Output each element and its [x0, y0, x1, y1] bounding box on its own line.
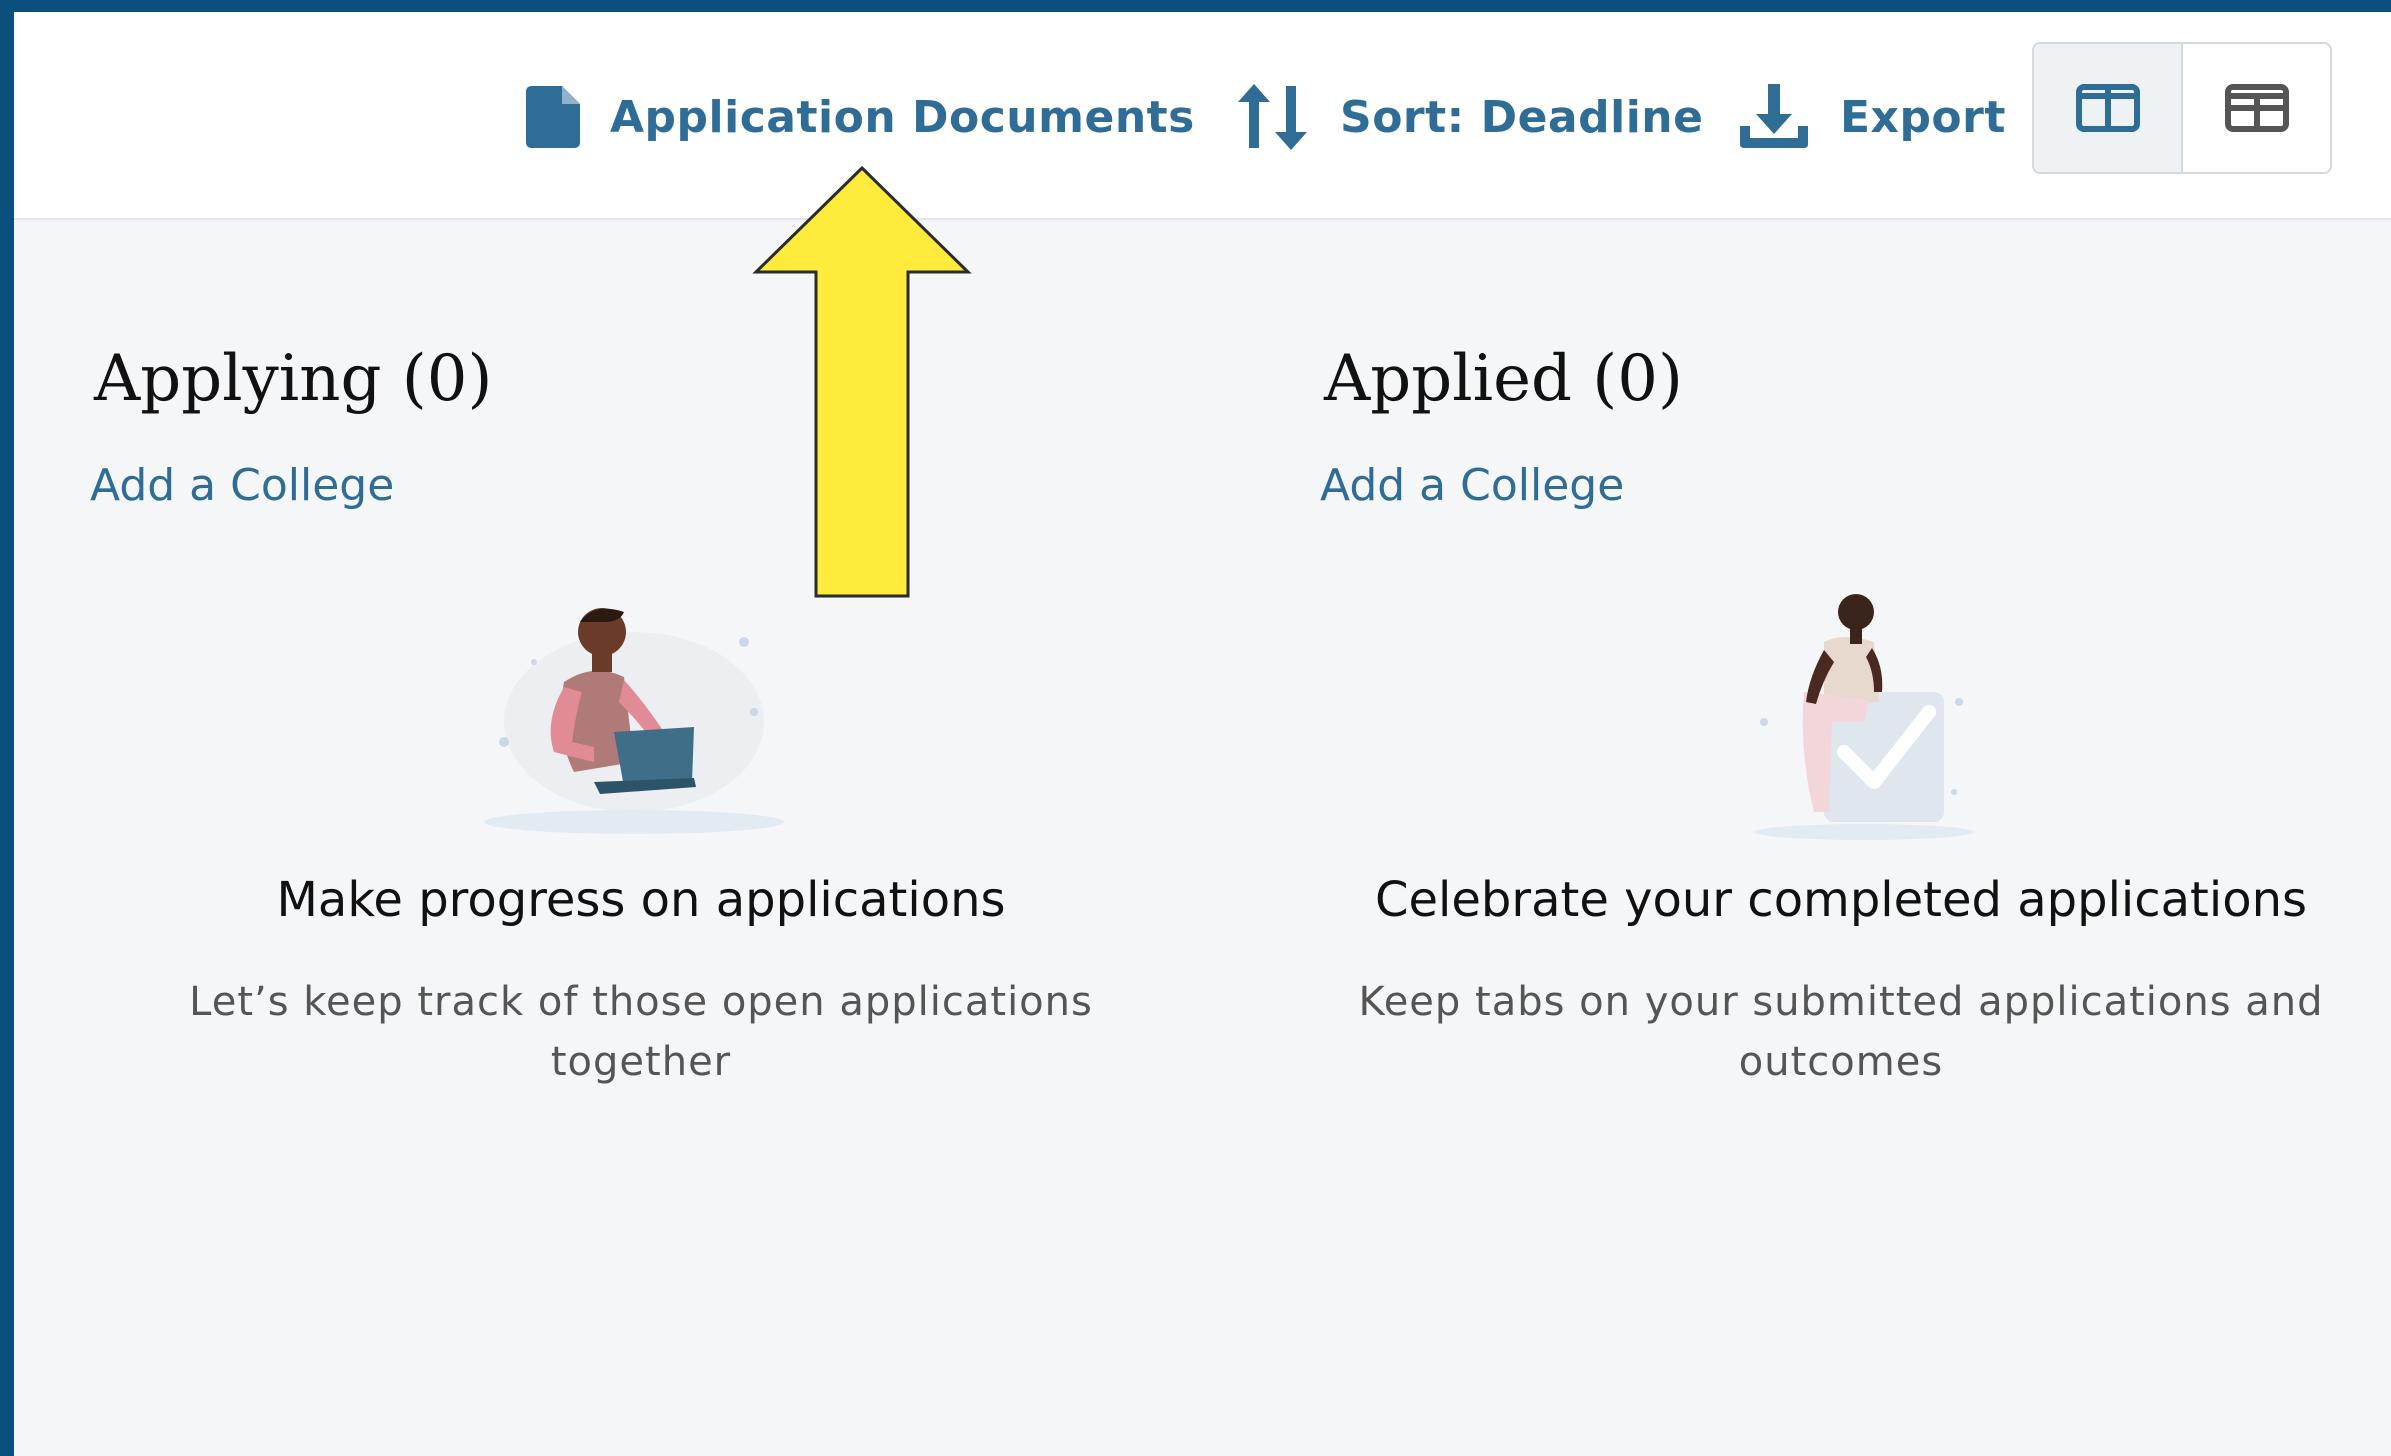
applying-empty-description: Let’s keep track of those open applicati…	[189, 979, 1093, 1085]
document-icon	[526, 86, 580, 148]
applying-add-college-link[interactable]: Add a College	[90, 460, 394, 511]
board-view-icon	[2075, 84, 2140, 132]
toolbar: Application Documents Sort: Deadline Exp…	[14, 12, 2391, 220]
applying-column-title: Applying (0)	[94, 342, 493, 416]
table-view-button[interactable]	[2183, 44, 2330, 172]
sort-label: Sort: Deadline	[1340, 91, 1704, 143]
sort-arrows-icon	[1238, 84, 1307, 150]
view-toggle	[2032, 42, 2332, 174]
applied-add-college-link[interactable]: Add a College	[1320, 460, 1624, 511]
app-frame: Application Documents Sort: Deadline Exp…	[14, 12, 2391, 1456]
download-icon	[1740, 84, 1808, 148]
table-view-icon	[2224, 84, 2289, 132]
person-with-laptop-illustration	[484, 608, 784, 834]
application-documents-button[interactable]: Application Documents	[526, 72, 1195, 162]
export-button[interactable]: Export	[1736, 72, 2006, 162]
applied-empty-description: Keep tabs on your submitted applications…	[1358, 979, 2324, 1085]
application-documents-label: Application Documents	[610, 91, 1195, 143]
board-view-button[interactable]	[2034, 44, 2183, 172]
applying-empty-title: Make progress on applications	[276, 872, 1006, 928]
applied-column-title: Applied (0)	[1324, 342, 1683, 416]
export-label: Export	[1840, 91, 2006, 143]
sort-button[interactable]: Sort: Deadline	[1236, 72, 1703, 162]
person-on-checkbox-illustration	[1754, 594, 1974, 840]
applied-empty-title: Celebrate your completed applications	[1374, 872, 2308, 928]
annotation-arrow	[752, 165, 972, 598]
